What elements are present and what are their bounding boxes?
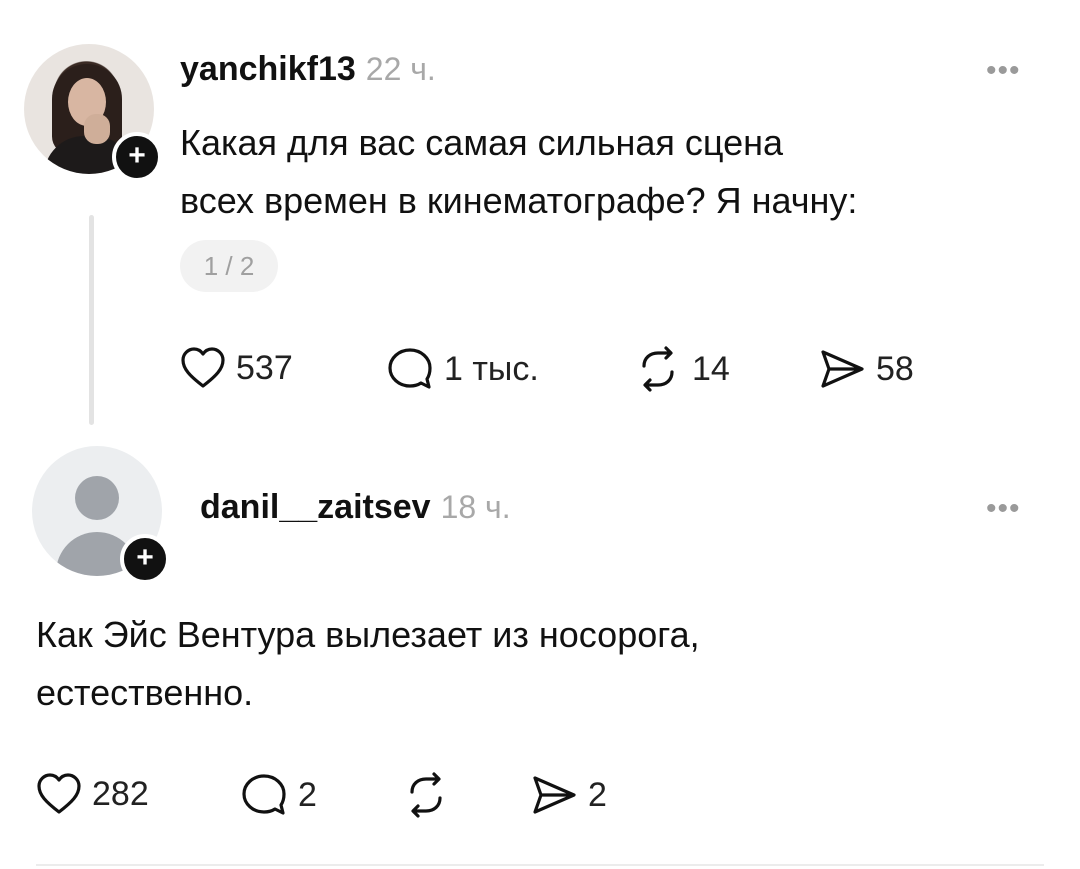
send-icon: [821, 350, 864, 388]
share-button[interactable]: 58: [818, 346, 914, 392]
follow-button[interactable]: +: [112, 132, 162, 182]
avatar-head-placeholder: [75, 476, 119, 520]
reply-count: 1 тыс.: [444, 349, 539, 388]
plus-icon: +: [136, 541, 154, 574]
repost-count: 14: [692, 349, 730, 388]
reply-count: 2: [298, 775, 317, 814]
divider: [36, 864, 1044, 866]
avatar-hand: [84, 114, 110, 144]
share-count: 58: [876, 349, 914, 388]
post-time: 22 ч.: [365, 51, 436, 87]
post-text: Какая для вас самая сильная сцена всех в…: [180, 114, 857, 230]
reply-text-line: естественно.: [36, 672, 254, 713]
more-icon[interactable]: •••: [986, 54, 1021, 88]
reply-header: danil__zaitsev 18 ч.: [200, 488, 511, 532]
speech-bubble-icon: [242, 774, 286, 815]
share-button[interactable]: 2: [530, 772, 607, 818]
username[interactable]: danil__zaitsev: [200, 488, 431, 527]
like-button[interactable]: 282: [36, 772, 149, 816]
like-count: 282: [92, 774, 149, 813]
follow-button[interactable]: +: [120, 534, 170, 584]
post-text-line: всех времен в кинематографе? Я начну:: [180, 180, 858, 221]
username[interactable]: yanchikf13: [180, 50, 356, 89]
share-count: 2: [588, 775, 607, 814]
more-icon[interactable]: •••: [986, 492, 1021, 526]
send-icon: [533, 776, 576, 814]
like-count: 537: [236, 348, 293, 387]
reply-button[interactable]: 2: [240, 772, 317, 818]
repost-button[interactable]: [402, 772, 450, 818]
reply-time: 18 ч.: [440, 489, 511, 525]
reply-button[interactable]: 1 тыс.: [386, 346, 539, 392]
plus-icon: +: [128, 139, 146, 172]
post-text-line: Какая для вас самая сильная сцена: [180, 122, 783, 163]
like-button[interactable]: 537: [180, 346, 293, 390]
speech-bubble-icon: [388, 348, 432, 389]
repost-icon: [410, 772, 442, 818]
post-header: yanchikf13 22 ч.: [180, 50, 436, 94]
repost-button[interactable]: 14: [634, 346, 730, 392]
heart-icon: [37, 773, 81, 814]
reply-text-line: Как Эйс Вентура вылезает из носорога,: [36, 614, 700, 655]
heart-icon: [181, 347, 225, 388]
page-indicator: 1 / 2: [180, 240, 278, 292]
thread-line: [89, 215, 94, 425]
reply-text: Как Эйс Вентура вылезает из носорога, ес…: [36, 606, 700, 722]
repost-icon: [642, 346, 674, 392]
